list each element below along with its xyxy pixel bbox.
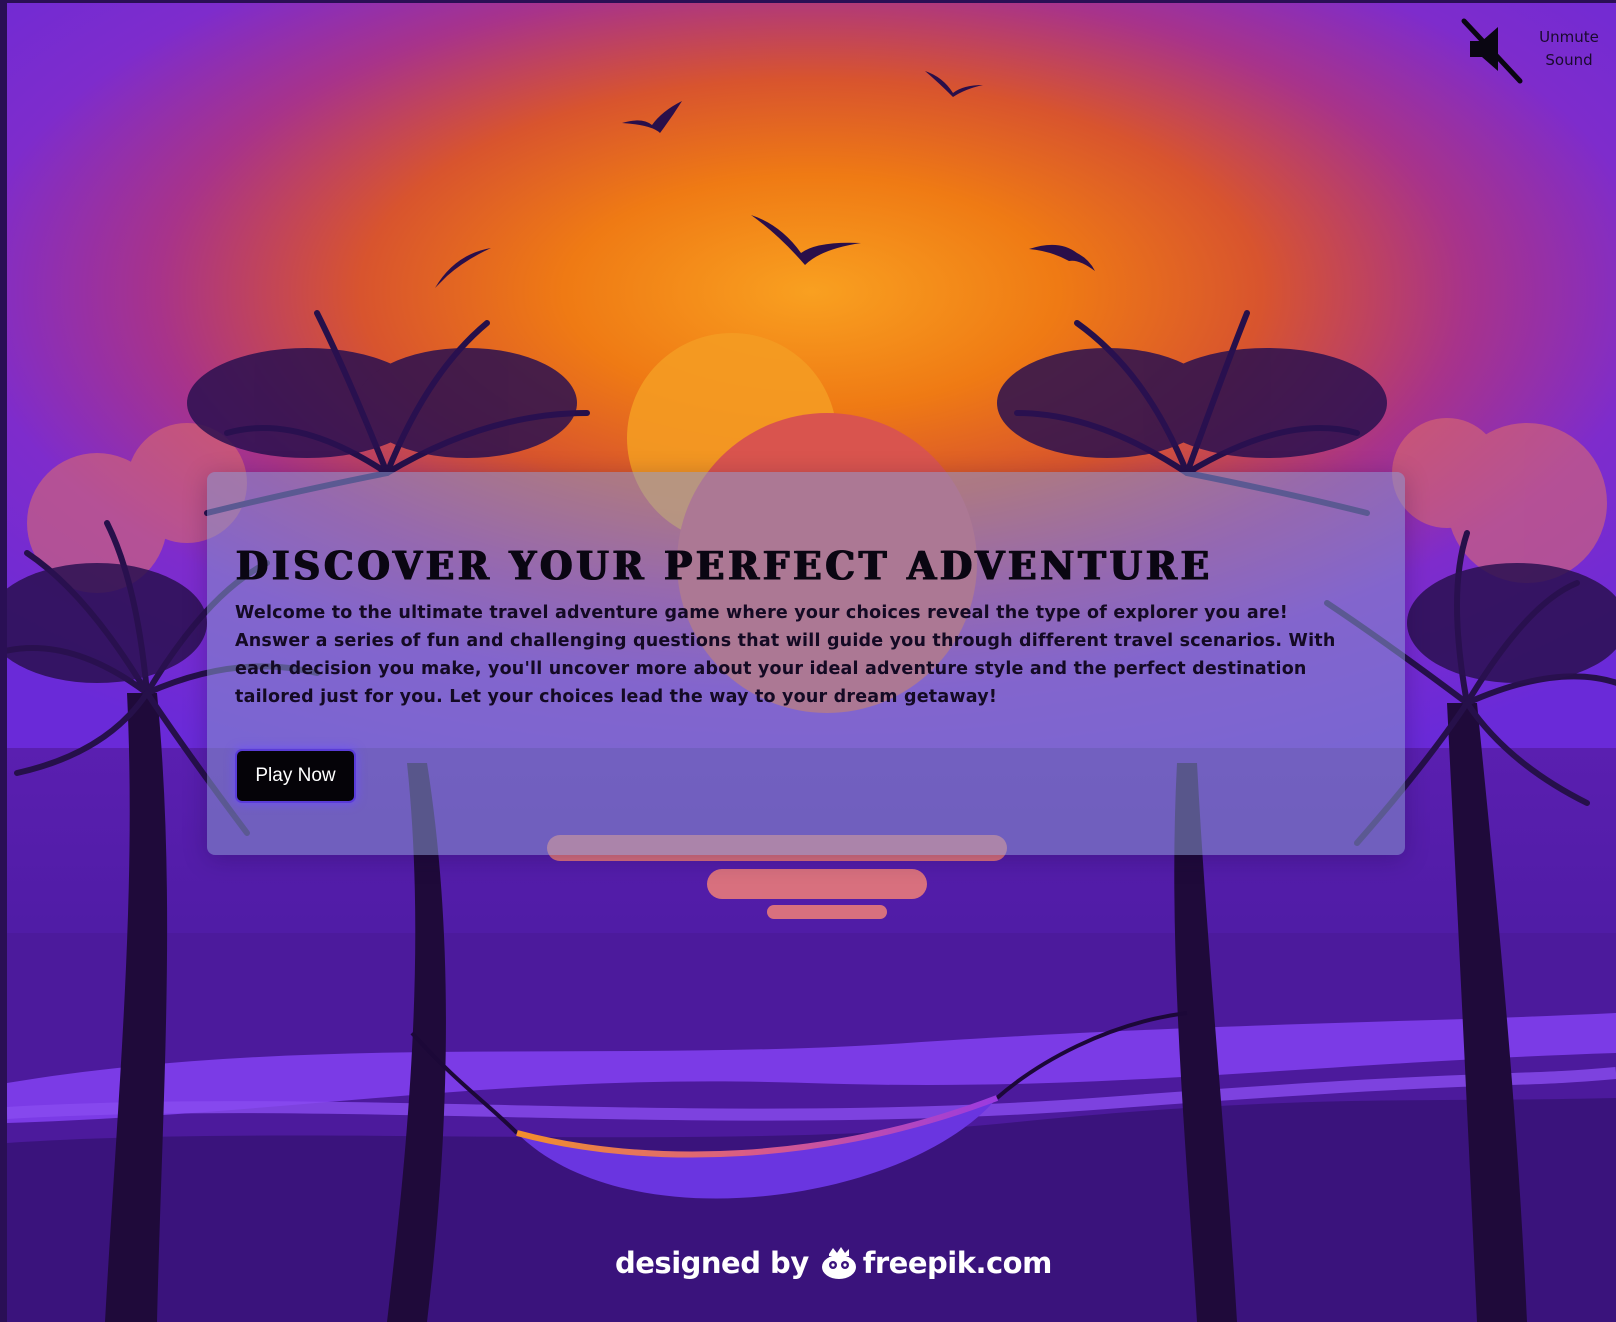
- unmute-sound-button[interactable]: Unmute Sound: [1456, 11, 1606, 87]
- page-title: Discover Your Perfect Adventure: [235, 542, 1212, 590]
- credit-prefix: designed by: [615, 1246, 809, 1280]
- credit-brand: freepik.com: [862, 1246, 1053, 1280]
- freepik-logo-icon: [821, 1247, 856, 1279]
- sound-label-line1: Unmute: [1539, 28, 1599, 46]
- game-stage: Unmute Sound Discover Your Perfect Adven…: [7, 3, 1616, 1322]
- designer-credit: designed by freepik.com: [615, 1245, 1052, 1281]
- intro-card-content: Discover Your Perfect Adventure Welcome …: [235, 545, 1365, 711]
- play-now-button[interactable]: Play Now: [235, 749, 356, 803]
- sound-label-line2: Sound: [1545, 51, 1593, 69]
- muted-speaker-icon: [1461, 18, 1523, 84]
- sound-toggle-label: Unmute Sound: [1534, 26, 1604, 72]
- intro-card: Discover Your Perfect Adventure Welcome …: [207, 472, 1405, 855]
- intro-description: Welcome to the ultimate travel adventure…: [235, 603, 1336, 707]
